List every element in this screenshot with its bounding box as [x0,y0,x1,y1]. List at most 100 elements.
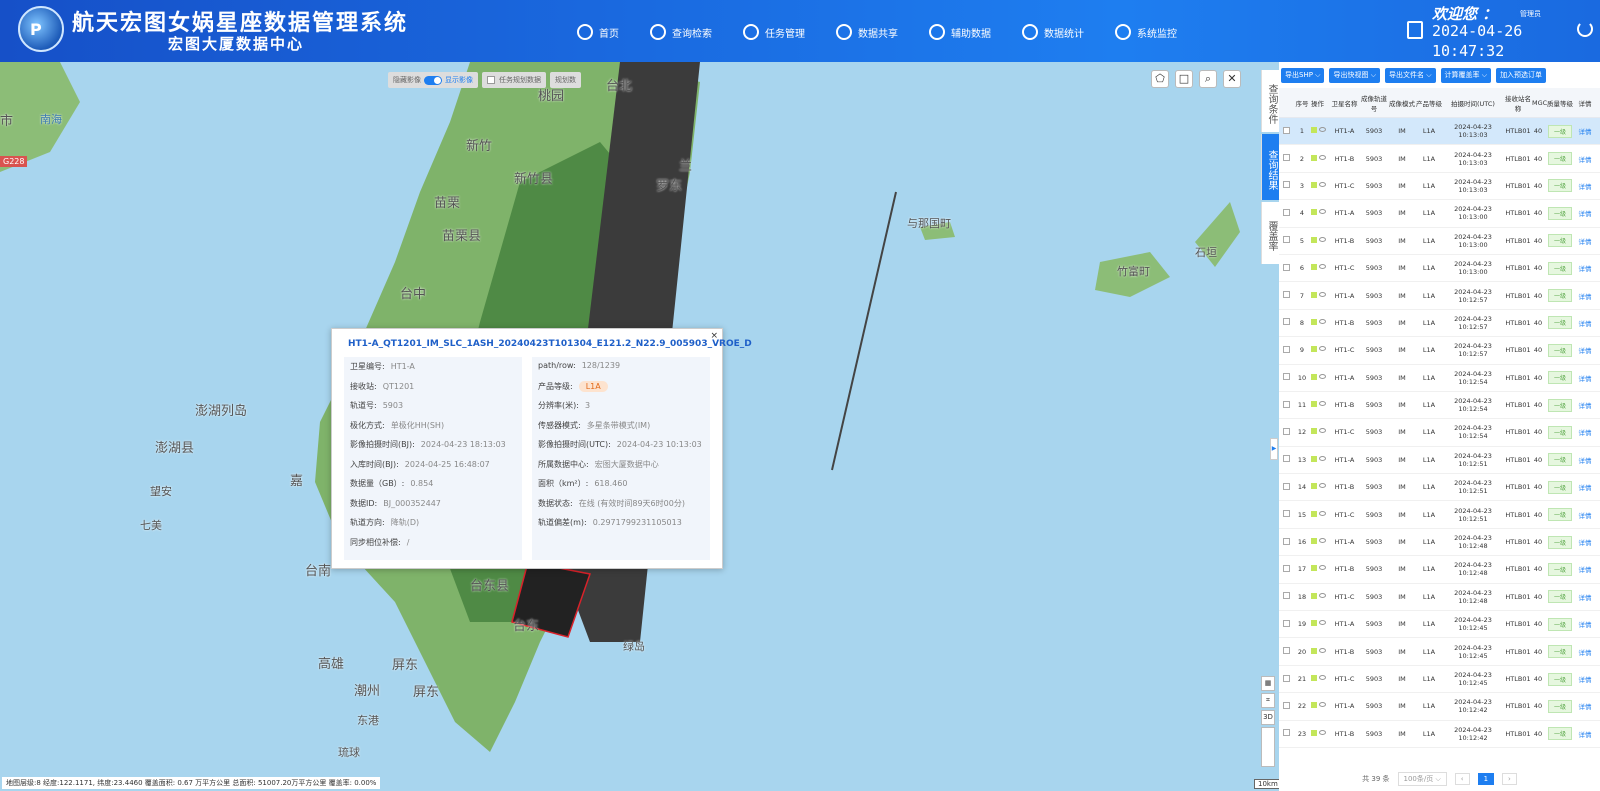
locate-icon[interactable] [1311,154,1317,161]
preview-eye-icon[interactable] [1319,620,1326,626]
row-checkbox[interactable] [1282,318,1290,326]
table-row[interactable]: 1 HT1-A 5903 IM L1A 2024-04-23 10:13:03 HTLB01… [1279,118,1600,146]
row-checkbox[interactable] [1282,181,1290,189]
table-row[interactable]: 8 HT1-B 5903 IM L1A 2024-04-23 10:12:57 HTLB01… [1279,310,1600,338]
detail-link[interactable]: 详情 [1576,701,1594,711]
grid-icon[interactable]: ▦ [1261,676,1275,691]
preview-eye-icon[interactable] [1319,428,1326,434]
prev-page-button[interactable]: ‹ [1454,773,1470,785]
locate-icon[interactable] [1311,318,1317,325]
panel-button-4[interactable]: 加入预选订单 [1496,68,1547,83]
detail-link[interactable]: 详情 [1576,373,1594,383]
row-checkbox[interactable] [1282,126,1290,134]
panel-button-1[interactable]: 导出快视图 ⌵ [1329,68,1380,83]
row-checkbox[interactable] [1282,729,1290,737]
polygon-icon[interactable]: ⬠ [1151,70,1169,88]
nav-item-1[interactable]: 查询检索 [648,22,712,42]
preview-eye-icon[interactable] [1319,702,1326,708]
locate-icon[interactable] [1311,428,1317,435]
preview-eye-icon[interactable] [1319,264,1326,270]
locate-icon[interactable] [1311,181,1317,188]
nav-item-4[interactable]: 辅助数据 [927,22,991,42]
row-checkbox[interactable] [1282,291,1290,299]
detail-link[interactable]: 详情 [1576,482,1594,492]
search-icon[interactable]: ⌕ [1199,70,1217,88]
detail-link[interactable]: 详情 [1576,181,1594,191]
next-page-button[interactable]: › [1502,773,1517,785]
plan-button[interactable]: 规划数 [550,72,581,88]
row-checkbox[interactable] [1282,619,1290,627]
row-checkbox[interactable] [1282,236,1290,244]
preview-eye-icon[interactable] [1319,236,1326,242]
row-checkbox[interactable] [1282,427,1290,435]
table-row[interactable]: 11 HT1-B 5903 IM L1A 2024-04-23 10:12:54 HTLB0… [1279,392,1600,420]
table-row[interactable]: 4 HT1-A 5903 IM L1A 2024-04-23 10:13:00 HTLB01… [1279,200,1600,228]
tab-0[interactable]: 查询条件 [1261,70,1279,132]
row-checkbox[interactable] [1282,345,1290,353]
locate-icon[interactable] [1311,373,1317,380]
locate-icon[interactable] [1311,346,1317,353]
image-toggle[interactable]: 隐藏影像 显示影像 [388,72,478,88]
zoom-bar[interactable] [1261,727,1275,767]
locate-icon[interactable] [1311,264,1317,271]
locate-icon[interactable] [1311,483,1317,490]
row-checkbox[interactable] [1282,400,1290,408]
table-row[interactable]: 15 HT1-C 5903 IM L1A 2024-04-23 10:12:51 HTLB0… [1279,501,1600,529]
detail-link[interactable]: 详情 [1576,263,1594,273]
row-checkbox[interactable] [1282,537,1290,545]
panel-button-2[interactable]: 导出文件名 ⌵ [1385,68,1436,83]
detail-link[interactable]: 详情 [1576,345,1594,355]
table-row[interactable]: 7 HT1-A 5903 IM L1A 2024-04-23 10:12:57 HTLB01… [1279,282,1600,310]
row-checkbox[interactable] [1282,263,1290,271]
detail-link[interactable]: 详情 [1576,208,1594,218]
locate-icon[interactable] [1311,647,1317,654]
panel-button-0[interactable]: 导出SHP ⌵ [1281,68,1325,83]
logout-icon[interactable] [1577,21,1593,37]
table-row[interactable]: 3 HT1-C 5903 IM L1A 2024-04-23 10:13:03 HTLB01… [1279,173,1600,201]
detail-link[interactable]: 详情 [1576,236,1594,246]
detail-link[interactable]: 详情 [1576,647,1594,657]
plan-checkbox[interactable] [487,76,495,84]
nav-item-6[interactable]: 系统监控 [1113,22,1177,42]
preview-eye-icon[interactable] [1319,592,1326,598]
detail-link[interactable]: 详情 [1576,729,1594,739]
preview-eye-icon[interactable] [1319,483,1326,489]
table-row[interactable]: 12 HT1-C 5903 IM L1A 2024-04-23 10:12:54 HTLB0… [1279,419,1600,447]
detail-link[interactable]: 详情 [1576,510,1594,520]
row-checkbox[interactable] [1282,647,1290,655]
locate-icon[interactable] [1311,510,1317,517]
table-row[interactable]: 19 HT1-A 5903 IM L1A 2024-04-23 10:12:45 HTLB0… [1279,611,1600,639]
preview-eye-icon[interactable] [1319,346,1326,352]
locate-icon[interactable] [1311,455,1317,462]
preview-eye-icon[interactable] [1319,565,1326,571]
image-switch[interactable] [424,75,442,85]
table-row[interactable]: 21 HT1-C 5903 IM L1A 2024-04-23 10:12:45 HTLB0… [1279,666,1600,694]
locate-icon[interactable] [1311,291,1317,298]
row-checkbox[interactable] [1282,701,1290,709]
preview-eye-icon[interactable] [1319,373,1326,379]
table-row[interactable]: 10 HT1-A 5903 IM L1A 2024-04-23 10:12:54 HTLB0… [1279,365,1600,392]
table-row[interactable]: 13 HT1-A 5903 IM L1A 2024-04-23 10:12:51 HTLB0… [1279,447,1600,475]
detail-link[interactable]: 详情 [1576,564,1594,574]
preview-eye-icon[interactable] [1319,209,1326,215]
table-row[interactable]: 16 HT1-A 5903 IM L1A 2024-04-23 10:12:48 HTLB0… [1279,529,1600,557]
page-1-button[interactable]: 1 [1477,773,1495,785]
locate-icon[interactable] [1311,702,1317,709]
locate-icon[interactable] [1311,236,1317,243]
detail-link[interactable]: 详情 [1576,592,1594,602]
row-checkbox[interactable] [1282,373,1290,381]
nav-item-3[interactable]: 数据共享 [834,22,898,42]
detail-link[interactable]: 详情 [1576,318,1594,328]
table-row[interactable]: 2 HT1-B 5903 IM L1A 2024-04-23 10:13:03 HTLB01… [1279,145,1600,173]
close-icon[interactable]: ✕ [1223,70,1241,88]
plan-toggle[interactable]: 任务规划数据 [482,72,546,88]
nav-item-0[interactable]: 首页 [575,22,619,42]
table-row[interactable]: 5 HT1-B 5903 IM L1A 2024-04-23 10:13:00 HTLB01… [1279,228,1600,255]
preview-eye-icon[interactable] [1319,647,1326,653]
row-checkbox[interactable] [1282,455,1290,463]
3d-button[interactable]: 3D [1261,710,1275,725]
preview-eye-icon[interactable] [1319,538,1326,544]
detail-link[interactable]: 详情 [1576,400,1594,410]
locate-icon[interactable] [1311,127,1317,134]
table-row[interactable]: 6 HT1-C 5903 IM L1A 2024-04-23 10:13:00 HTLB01… [1279,255,1600,283]
